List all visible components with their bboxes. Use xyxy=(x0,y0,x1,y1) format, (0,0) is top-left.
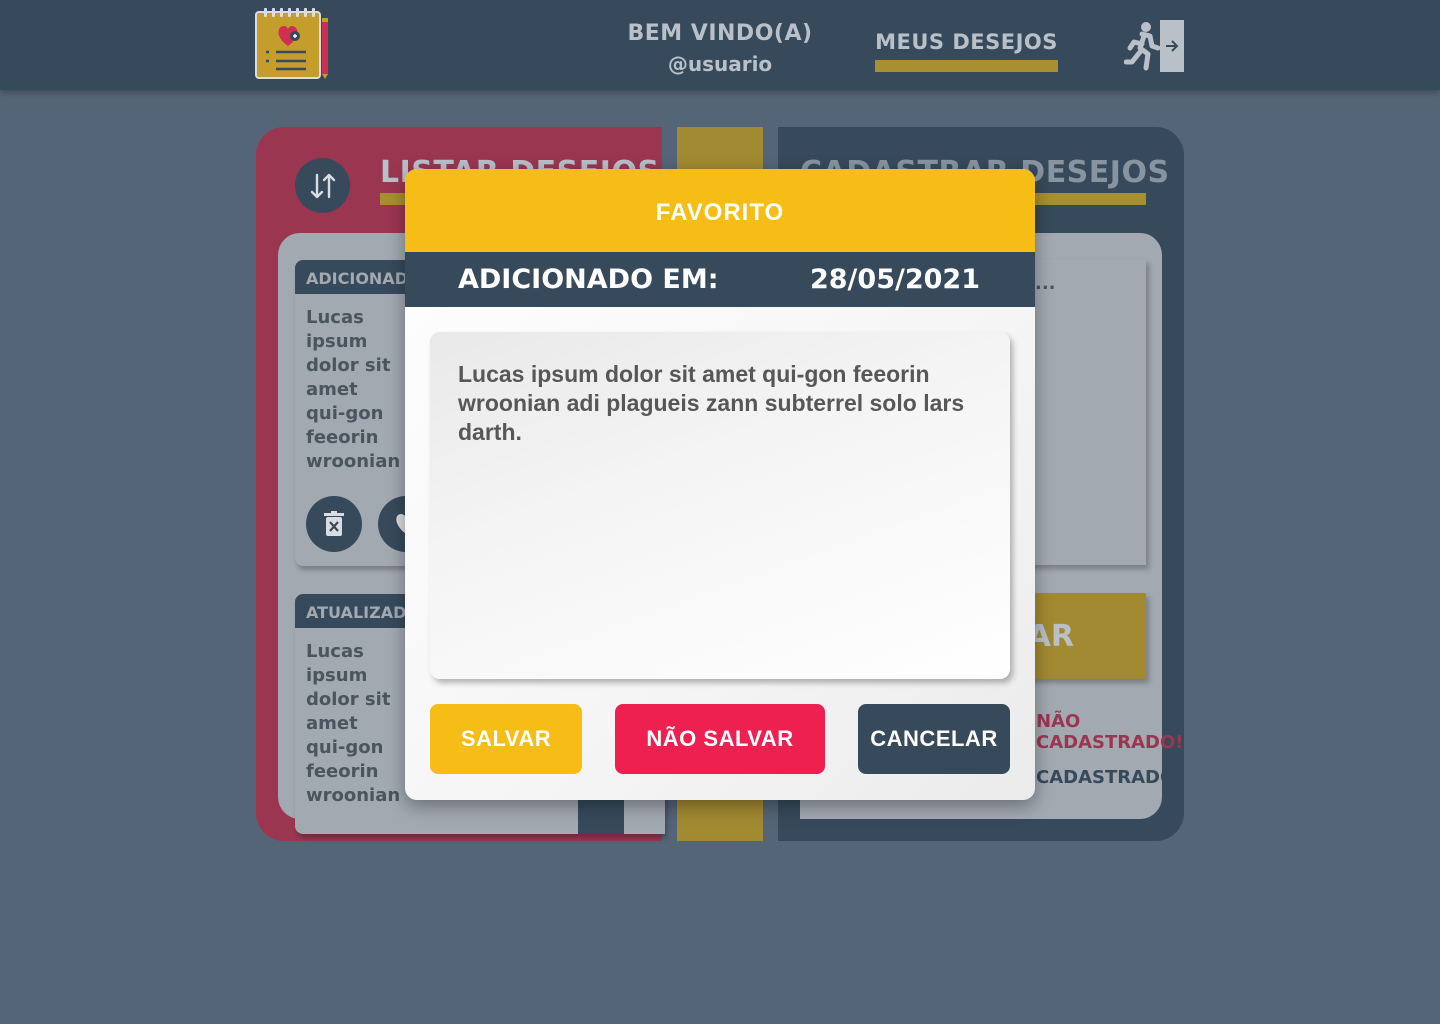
modal-date-bar: ADICIONADO EM: 28/05/2021 xyxy=(405,252,1035,307)
favorite-modal: FAVORITO ADICIONADO EM: 28/05/2021 Lucas… xyxy=(405,169,1035,800)
wishlist-notepad-icon[interactable] xyxy=(254,8,332,80)
delete-button[interactable] xyxy=(306,496,362,552)
wish-item-text: Lucas ipsum dolor sit amet qui-gon feeor… xyxy=(306,307,401,472)
sort-button[interactable] xyxy=(295,158,350,213)
dont-save-button[interactable]: NÃO SALVAR xyxy=(615,704,825,774)
date-value: 28/05/2021 xyxy=(809,264,980,295)
nav-active-underline xyxy=(875,60,1058,72)
welcome-block: BEM VINDO(A) @usuario xyxy=(600,20,840,80)
welcome-title: BEM VINDO(A) xyxy=(627,21,813,46)
textarea-placeholder: ... xyxy=(1035,273,1056,294)
error-message: NÃO CADASTRADO! xyxy=(1036,711,1184,753)
nav-my-wishes-link[interactable]: MEUS DESEJOS xyxy=(875,30,1058,54)
exit-door-icon[interactable] xyxy=(1123,18,1186,74)
sort-arrows-icon xyxy=(310,173,335,198)
username-label: @usuario xyxy=(667,52,773,76)
trash-icon xyxy=(324,511,344,536)
modal-title: FAVORITO xyxy=(405,169,1035,252)
date-label: ADICIONADO EM: xyxy=(458,264,719,295)
wish-description-textarea[interactable]: Lucas ipsum dolor sit amet qui-gon feeor… xyxy=(430,332,1010,679)
success-message: CADASTRADO! xyxy=(1036,767,1184,788)
top-navbar: BEM VINDO(A) @usuario MEUS DESEJOS xyxy=(0,0,1440,90)
cancel-button[interactable]: CANCELAR xyxy=(858,704,1010,774)
ribbon-notch xyxy=(677,800,763,842)
wish-item-text: Lucas ipsum dolor sit amet qui-gon feeor… xyxy=(306,641,401,806)
save-button[interactable]: SALVAR xyxy=(430,704,582,774)
